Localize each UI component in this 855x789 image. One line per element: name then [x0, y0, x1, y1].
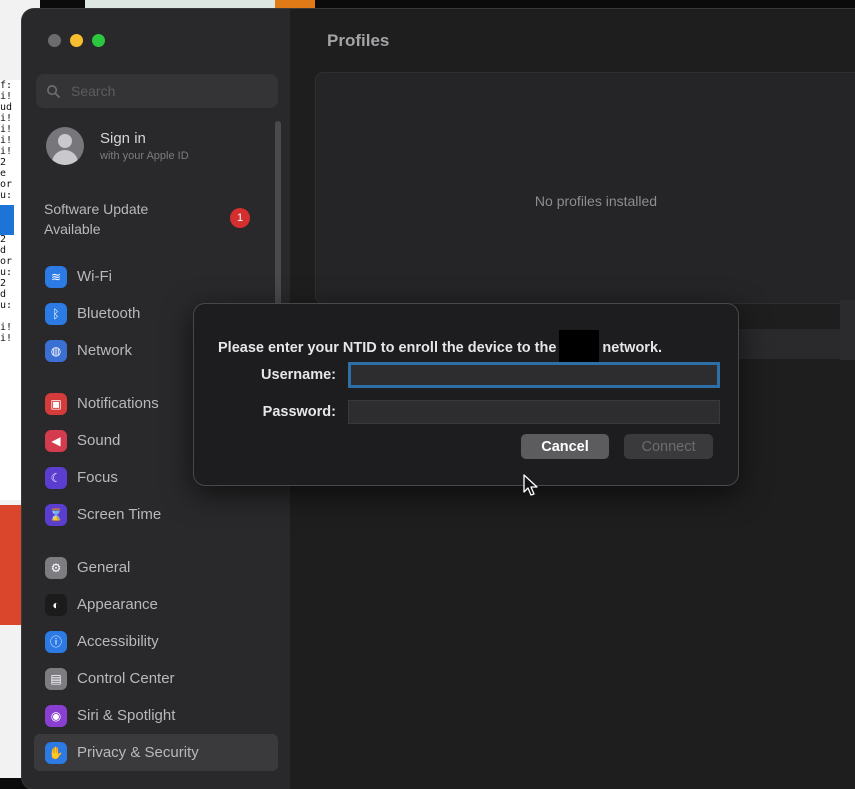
background-right-strip: [840, 300, 855, 360]
sidebar-item-label: General: [77, 559, 131, 576]
background-blue-band: [0, 205, 14, 235]
sidebar-item-label: Privacy & Security: [77, 744, 199, 761]
password-field[interactable]: [348, 400, 720, 424]
control-center-icon: ▤: [45, 667, 67, 690]
window-controls: [48, 34, 105, 47]
username-field[interactable]: [348, 362, 720, 388]
sidebar-item-control-center[interactable]: ▤ Control Center: [22, 660, 290, 697]
search-field[interactable]: [36, 74, 278, 108]
focus-icon: ☾: [45, 466, 67, 489]
avatar: [46, 127, 84, 165]
sidebar-item-label: Bluetooth: [77, 305, 141, 322]
connect-button[interactable]: Connect: [624, 434, 713, 459]
sidebar-item-label: Siri & Spotlight: [77, 707, 176, 724]
sidebar-item-screen-time[interactable]: ⌛ Screen Time: [22, 496, 290, 533]
sidebar-item-wi-fi[interactable]: ≋ Wi-Fi: [22, 258, 290, 295]
profiles-panel: No profiles installed: [315, 72, 855, 304]
bluetooth-icon: ᛒ: [45, 302, 67, 325]
dialog-message-suffix: network.: [602, 339, 663, 356]
sidebar-group-system: ⚙ General ◐ Appearance ⓘ Accessibility ▤ Contro…: [22, 549, 290, 771]
network-icon: ◍: [45, 339, 67, 362]
sidebar-item-accessibility[interactable]: ⓘ Accessibility: [22, 623, 290, 660]
sidebar-item-label: Wi-Fi: [77, 268, 112, 285]
software-update-item[interactable]: Software Update Available: [44, 199, 204, 239]
sidebar-item-label: Appearance: [77, 596, 158, 613]
sidebar-item-label: Accessibility: [77, 633, 159, 650]
accessibility-icon: ⓘ: [45, 630, 67, 653]
update-count-badge: 1: [230, 208, 250, 228]
close-window-button[interactable]: [48, 34, 61, 47]
notifications-icon: ▣: [45, 392, 67, 415]
sidebar-item-label: Control Center: [77, 670, 175, 687]
sidebar-item-label: Network: [77, 342, 133, 359]
wifi-icon: ≋: [45, 265, 67, 288]
screen-time-icon: ⌛: [45, 503, 67, 526]
sidebar-item-label: Focus: [77, 469, 118, 486]
sidebar-item-general[interactable]: ⚙ General: [22, 549, 290, 586]
page-title: Profiles: [327, 31, 390, 50]
sidebar-item-appearance[interactable]: ◐ Appearance: [22, 586, 290, 623]
appearance-icon: ◐: [45, 593, 67, 616]
mouse-cursor-icon: [523, 474, 538, 496]
enrollment-dialog: Please enter your NTID to enroll the dev…: [193, 303, 739, 486]
sidebar-item-privacy-security[interactable]: ✋ Privacy & Security: [34, 734, 278, 771]
search-icon: [47, 84, 60, 98]
cancel-button[interactable]: Cancel: [521, 434, 609, 459]
sidebar-item-siri-spotlight[interactable]: ◉ Siri & Spotlight: [22, 697, 290, 734]
minimize-window-button[interactable]: [70, 34, 83, 47]
sign-in-title: Sign in: [100, 130, 146, 147]
sidebar-item-label: Sound: [77, 432, 121, 449]
password-label: Password:: [262, 404, 336, 420]
sidebar-item-label: Screen Time: [77, 506, 162, 523]
zoom-window-button[interactable]: [92, 34, 105, 47]
search-input[interactable]: [69, 82, 263, 100]
username-label: Username:: [261, 367, 336, 383]
sign-in-subtitle: with your Apple ID: [100, 150, 189, 162]
empty-state-text: No profiles installed: [534, 193, 658, 209]
apple-id-sign-in[interactable]: Sign in with your Apple ID: [46, 127, 189, 165]
sidebar-item-label: Notifications: [77, 395, 159, 412]
username-row: Username:: [194, 362, 720, 388]
sound-icon: ◀: [45, 429, 67, 452]
siri-icon: ◉: [45, 704, 67, 727]
password-row: Password:: [194, 400, 720, 424]
dialog-message: Please enter your NTID to enroll the dev…: [218, 330, 663, 365]
privacy-hand-icon: ✋: [45, 741, 67, 764]
dialog-message-text: Please enter your NTID to enroll the dev…: [218, 339, 557, 356]
general-icon: ⚙: [45, 556, 67, 579]
redacted-block: [559, 330, 600, 364]
